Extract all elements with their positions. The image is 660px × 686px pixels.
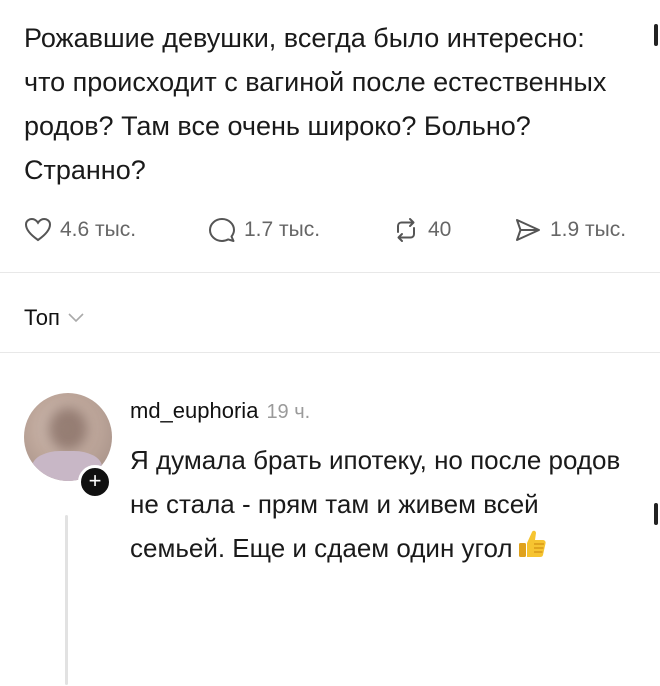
comment-timestamp: 19 ч. [266,401,311,423]
chevron-down-icon [68,313,84,323]
comment-username[interactable]: md_euphoria [130,398,258,424]
plus-icon: + [88,468,102,493]
sort-label: Топ [24,305,60,330]
comment-header: md_euphoria 19 ч. [130,398,310,424]
reply-button[interactable]: 1.7 тыс. [208,212,320,248]
thumbs-up-icon [517,528,547,573]
follow-button[interactable]: + [78,465,112,499]
like-count: 4.6 тыс. [60,218,137,241]
edge-mark [654,24,658,46]
divider [0,272,660,273]
send-icon [516,219,540,241]
repost-count: 40 [428,218,452,241]
reply-count: 1.7 тыс. [244,218,321,241]
comment-body: Я думала брать ипотеку, но после родов н… [130,438,630,573]
post-actions: 4.6 тыс. 1.7 тыс. 40 1.9 тыс. [24,212,660,248]
heart-icon [24,217,52,242]
repost-icon [397,218,415,242]
like-button[interactable]: 4.6 тыс. [24,212,136,248]
comment-text: Я думала брать ипотеку, но после родов н… [130,445,621,563]
divider [0,352,660,353]
avatar-face-blurred [48,407,88,451]
edge-mark [654,503,658,525]
post-text: Рожавшие девушки, всегда было интересно:… [24,23,607,185]
share-button[interactable]: 1.9 тыс. [514,212,626,248]
thread-line [65,515,68,685]
share-count: 1.9 тыс. [550,218,627,241]
sort-dropdown[interactable]: Топ [24,305,84,331]
speech-bubble-icon [209,218,235,242]
repost-button[interactable]: 40 [392,212,451,248]
